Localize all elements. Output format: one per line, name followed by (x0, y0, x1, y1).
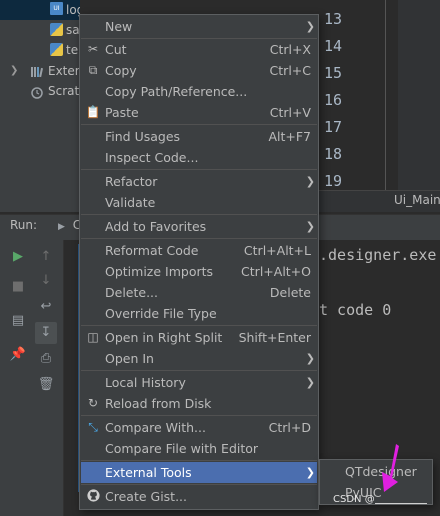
annotation-arrow-icon (382, 444, 399, 492)
menu-item-paste[interactable]: 📋 Paste Ctrl+V (81, 102, 317, 123)
ui-file-icon: UI (50, 2, 63, 15)
scratches-icon (30, 81, 44, 101)
watermark: CSDN @ (333, 494, 427, 505)
line-number: 13 (324, 10, 343, 28)
line-number: 15 (324, 64, 343, 82)
menu-item-open-in[interactable]: Open In ❯ (81, 348, 317, 369)
tree-item-external-libraries[interactable]: ❯ Exter (0, 61, 80, 81)
menu-separator (81, 124, 317, 125)
editor-divider (385, 0, 386, 190)
menu-item-copy[interactable]: ⧉ Copy Ctrl+C (81, 60, 317, 81)
chevron-right-icon: ❯ (305, 175, 315, 188)
console-line: t code 0 (319, 301, 392, 319)
reload-icon: ↻ (87, 396, 99, 410)
libraries-icon (30, 61, 44, 81)
menu-separator (81, 460, 317, 461)
menu-separator (81, 370, 317, 371)
run-toolbar: ▶ ↑ ■ ↓ ↩ ▤ ↧ 📌 ⎙ 🗑 (0, 240, 64, 516)
menu-separator (81, 484, 317, 485)
tree-item-sa[interactable]: sa (0, 20, 80, 40)
run-tab[interactable]: ▶ C (58, 218, 81, 232)
console-line: .designer.exe (319, 246, 437, 264)
menu-item-override-file-type[interactable]: Override File Type (81, 303, 317, 324)
menu-separator (81, 169, 317, 170)
tree-item-scratches[interactable]: Scrat (0, 81, 80, 101)
menu-item-optimize-imports[interactable]: Optimize Imports Ctrl+Alt+O (81, 261, 317, 282)
menu-item-find-usages[interactable]: Find Usages Alt+F7 (81, 126, 317, 147)
line-number: 17 (324, 118, 343, 136)
chevron-right-icon: ❯ (305, 376, 315, 389)
menu-item-copy-path[interactable]: Copy Path/Reference... (81, 81, 317, 102)
context-menu: New ❯ ✂ Cut Ctrl+X ⧉ Copy Ctrl+C Copy Path/… (79, 14, 319, 510)
play-tab-icon: ▶ (58, 222, 65, 232)
menu-item-compare-file-with-editor[interactable]: Compare File with Editor (81, 438, 317, 459)
line-number: 14 (324, 37, 343, 55)
line-number: 16 (324, 91, 343, 109)
arrow-down-icon[interactable]: ↓ (35, 270, 57, 292)
menu-item-validate[interactable]: Validate (81, 192, 317, 213)
trash-icon[interactable]: 🗑 (35, 374, 57, 396)
split-icon: ◫ (87, 330, 99, 344)
menu-item-delete[interactable]: Delete... Delete (81, 282, 317, 303)
arrow-up-icon[interactable]: ↑ (35, 246, 57, 268)
menu-item-reformat-code[interactable]: Reformat Code Ctrl+Alt+L (81, 240, 317, 261)
github-icon (85, 488, 101, 504)
menu-item-external-tools[interactable]: External Tools ❯ (81, 462, 317, 483)
print-icon[interactable]: ⎙ (35, 348, 57, 370)
compare-icon: ⤡ (88, 420, 98, 434)
line-number: 19 (324, 172, 343, 190)
menu-separator (81, 325, 317, 326)
menu-item-create-gist[interactable]: Create Gist... (81, 486, 317, 507)
submenu-item-qtdesigner[interactable]: QTdesigner (321, 461, 431, 482)
line-number: 18 (324, 145, 343, 163)
soft-wrap-icon[interactable]: ↩ (35, 296, 57, 318)
menu-item-open-in-right-split[interactable]: ◫ Open in Right Split Shift+Enter (81, 327, 317, 348)
run-label: Run: (10, 218, 38, 232)
python-file-icon (50, 43, 63, 56)
menu-separator (81, 415, 317, 416)
chevron-right-icon: ❯ (305, 352, 315, 365)
menu-item-inspect-code[interactable]: Inspect Code... (81, 147, 317, 168)
chevron-right-icon: ❯ (305, 20, 315, 33)
menu-item-new[interactable]: New ❯ (81, 16, 317, 37)
menu-item-add-to-favorites[interactable]: Add to Favorites ❯ (81, 216, 317, 237)
chevron-right-icon: ❯ (305, 220, 315, 233)
menu-separator (81, 214, 317, 215)
menu-item-refactor[interactable]: Refactor ❯ (81, 171, 317, 192)
breadcrumb[interactable]: Ui_Main (394, 193, 440, 207)
stop-icon[interactable]: ■ (7, 276, 29, 298)
menu-item-compare-with[interactable]: ⤡ Compare With... Ctrl+D (81, 417, 317, 438)
project-tree: UI login.ui sa te ❯ Exter Scrat (0, 0, 80, 212)
pin-icon[interactable]: 📌 (7, 344, 29, 366)
paste-icon: 📋 (85, 105, 101, 119)
tree-item-te[interactable]: te (0, 40, 80, 60)
python-file-icon (50, 23, 63, 36)
layout-icon[interactable]: ▤ (7, 310, 29, 332)
menu-item-local-history[interactable]: Local History ❯ (81, 372, 317, 393)
line-gutter (398, 0, 440, 212)
menu-separator (81, 238, 317, 239)
chevron-right-icon: ❯ (305, 466, 315, 479)
menu-item-cut[interactable]: ✂ Cut Ctrl+X (81, 39, 317, 60)
rerun-icon[interactable]: ▶ (7, 246, 29, 268)
scroll-to-end-icon[interactable]: ↧ (35, 322, 57, 344)
cut-icon: ✂ (87, 42, 99, 56)
copy-icon: ⧉ (88, 63, 98, 77)
menu-item-reload-from-disk[interactable]: ↻ Reload from Disk (81, 393, 317, 414)
tree-item-login-ui[interactable]: UI login.ui (0, 0, 80, 20)
chevron-right-icon[interactable]: ❯ (10, 61, 18, 81)
